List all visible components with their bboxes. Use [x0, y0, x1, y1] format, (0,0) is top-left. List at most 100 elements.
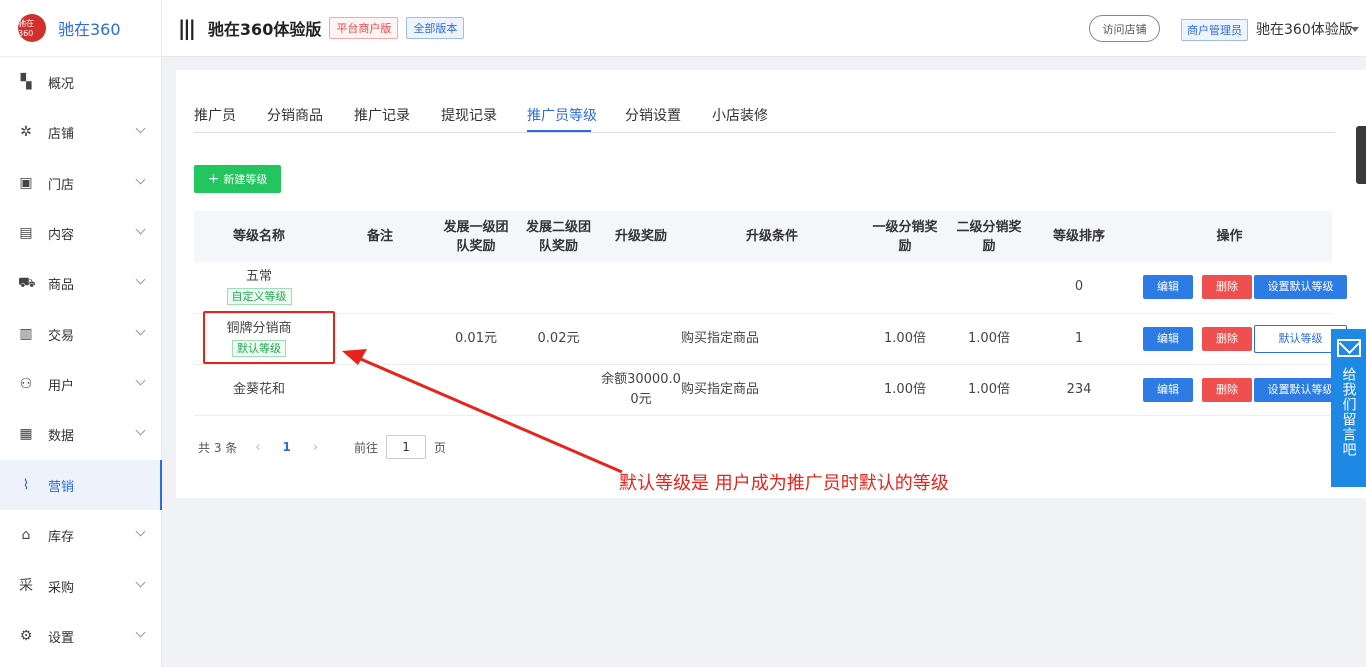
tab-promoter-levels[interactable]: 推广员等级	[527, 105, 597, 125]
team-reward-1-cell	[436, 364, 516, 416]
tab-distribution-goods[interactable]: 分销商品	[267, 105, 323, 125]
delete-button[interactable]: 删除	[1202, 326, 1252, 351]
marketing-icon: ⌇	[22, 477, 30, 493]
annotation-highlight-box	[203, 311, 335, 364]
remark-cell	[324, 364, 436, 416]
sidebar-item-label: 营销	[48, 479, 75, 495]
sidebar-item-label: 店铺	[48, 126, 75, 142]
chevron-down-icon	[135, 375, 146, 386]
upgrade-reward-cell	[601, 262, 681, 314]
sidebar-item-8[interactable]: ⌇ 营销	[0, 460, 162, 510]
shop-icon: ✲	[20, 124, 32, 140]
sidebar-item-9[interactable]: ⌂ 库存	[0, 510, 162, 560]
next-page-icon[interactable]: ›	[313, 440, 318, 455]
sidebar-item-2[interactable]: ▣ 门店	[0, 158, 162, 208]
sidebar-item-6[interactable]: ⚇ 用户	[0, 359, 162, 409]
set-default-level-button[interactable]: 设置默认等级	[1254, 275, 1347, 300]
sidebar-item-label: 采购	[48, 580, 75, 596]
col-remark: 备注	[366, 229, 393, 244]
page-unit-label: 页	[434, 440, 447, 455]
content-icon: ▤	[19, 225, 33, 241]
upgrade-reward-cell	[601, 313, 681, 365]
chevron-down-icon	[135, 274, 146, 285]
sidebar-item-4[interactable]: ⛟ 商品	[0, 258, 162, 308]
feedback-label: 给我们留言吧	[1340, 367, 1357, 457]
sidebar-item-11[interactable]: ⚙ 设置	[0, 611, 162, 661]
menu-toggle-icon[interactable]: |||	[178, 16, 196, 40]
ops-cell: 编辑 删除 设置默认等级	[1127, 364, 1347, 416]
ratio-1-cell	[863, 262, 947, 314]
team-reward-1-cell	[436, 262, 516, 314]
edit-button[interactable]: 编辑	[1143, 275, 1193, 300]
team-reward-2-cell	[516, 364, 601, 416]
remark-cell	[324, 262, 436, 314]
admin-name[interactable]: 驰在360体验版	[1256, 19, 1353, 39]
tab-shop-decoration[interactable]: 小店装修	[712, 105, 768, 125]
sidebar-item-10[interactable]: 采采购	[0, 561, 162, 611]
sidebar-item-label: 库存	[48, 529, 75, 545]
ops-cell: 编辑 删除 设置默认等级	[1127, 262, 1347, 314]
chevron-down-icon	[135, 627, 146, 638]
upgrade-condition-cell: 购买指定商品	[681, 313, 863, 365]
team-reward-2-cell	[516, 262, 601, 314]
pagination: 共 3 条 ‹ 1 › 前往 1 页	[198, 434, 446, 460]
sidebar-item-label: 用户	[48, 378, 75, 394]
chevron-down-icon	[135, 526, 146, 537]
chevron-down-icon	[135, 325, 146, 336]
levels-table: 等级名称 备注 发展一级团队奖励 发展二级团队奖励 升级奖励 升级条件 一级分销…	[194, 211, 1347, 416]
sidebar-item-label: 交易	[48, 328, 75, 344]
col-upgrade-condition: 升级条件	[745, 229, 798, 244]
chevron-down-icon	[135, 174, 146, 185]
scroll-handle[interactable]	[1356, 126, 1366, 184]
prev-page-icon[interactable]: ‹	[255, 440, 260, 455]
tab-withdraw-records[interactable]: 提现记录	[441, 105, 497, 125]
visit-store-button[interactable]: 访问店铺	[1089, 15, 1160, 42]
sidebar-item-5[interactable]: ▥ 交易	[0, 309, 162, 359]
feedback-widget[interactable]: 给我们留言吧	[1331, 329, 1366, 487]
team-reward-1-cell: 0.01元	[436, 313, 516, 365]
level-name: 五常	[245, 269, 272, 285]
delete-button[interactable]: 删除	[1202, 377, 1252, 402]
chevron-down-icon[interactable]	[1351, 27, 1359, 32]
sort-cell: 0	[1031, 262, 1127, 314]
sidebar-item-label: 概况	[48, 76, 75, 92]
ops-cell: 编辑 删除 默认等级	[1127, 313, 1347, 365]
brand[interactable]: 驰在360 驰在360	[0, 0, 161, 57]
sidebar-item-3[interactable]: ▤ 内容	[0, 208, 162, 258]
sidebar-item-1[interactable]: ✲ 店铺	[0, 107, 162, 157]
version-badge: 全部版本	[406, 17, 465, 39]
col-ratio-2-text: 二级分销奖励	[956, 219, 1022, 254]
new-level-button[interactable]: + 新建等级	[194, 165, 281, 193]
brand-name: 驰在360	[58, 20, 121, 39]
ratio-1-cell: 1.00倍	[863, 313, 947, 365]
table-row: 五常 自定义等级 0 编辑 删除 设置默认等级	[194, 262, 1347, 314]
new-level-label: 新建等级	[223, 173, 268, 186]
sort-cell: 1	[1031, 313, 1127, 365]
order-icon: ▥	[19, 326, 33, 342]
table-header-row: 等级名称 备注 发展一级团队奖励 发展二级团队奖励 升级奖励 升级条件 一级分销…	[194, 211, 1332, 262]
page-jump-input[interactable]: 1	[386, 435, 427, 459]
tab-promotion-records[interactable]: 推广记录	[354, 105, 410, 125]
ratio-1-cell: 1.00倍	[863, 364, 947, 416]
plus-icon: +	[207, 171, 220, 187]
ratio-2-cell: 1.00倍	[947, 364, 1031, 416]
col-team-reward-2-text: 发展二级团队奖励	[525, 219, 591, 254]
dashboard-icon: ▚	[20, 74, 32, 90]
ratio-2-cell	[947, 262, 1031, 314]
page-number-current[interactable]: 1	[282, 440, 290, 454]
edit-button[interactable]: 编辑	[1143, 377, 1193, 402]
warehouse-icon: ⌂	[21, 527, 31, 543]
sidebar-item-label: 内容	[48, 227, 75, 243]
remark-cell	[324, 313, 436, 365]
tab-promoter[interactable]: 推广员	[194, 105, 236, 125]
sidebar-item-0[interactable]: ▚ 概况	[0, 57, 162, 107]
sidebar-item-7[interactable]: ▦ 数据	[0, 409, 162, 459]
top-header: ||| 驰在360体验版 平台商户版 全部版本 访问店铺 商户管理员 驰在360…	[162, 0, 1366, 57]
col-sort: 等级排序	[1052, 229, 1105, 244]
upgrade-condition-cell	[681, 262, 863, 314]
col-team-reward-1-text: 发展一级团队奖励	[443, 219, 509, 254]
edit-button[interactable]: 编辑	[1143, 326, 1193, 351]
tab-distribution-settings[interactable]: 分销设置	[625, 105, 681, 125]
platform-badge: 平台商户版	[329, 17, 399, 39]
delete-button[interactable]: 删除	[1202, 275, 1252, 300]
